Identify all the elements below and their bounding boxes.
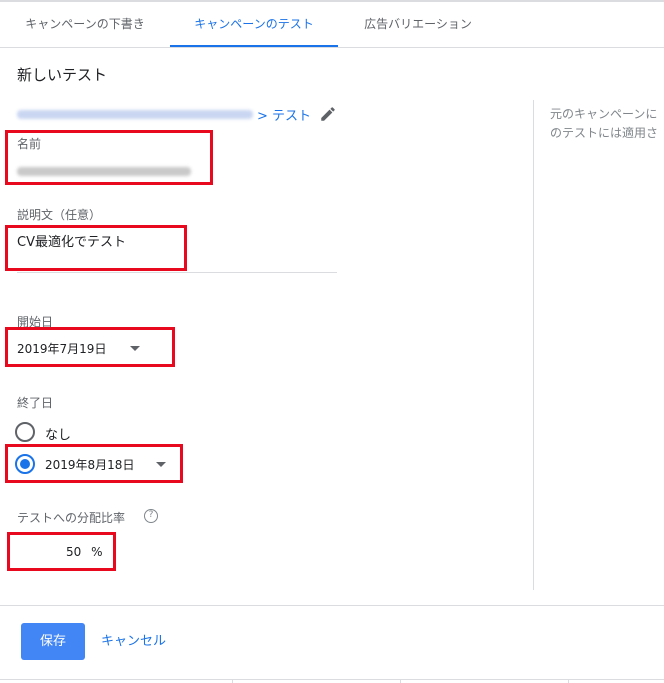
end-date-radio[interactable] bbox=[15, 454, 35, 474]
active-tab-indicator bbox=[170, 45, 338, 47]
split-input[interactable]: 50 % bbox=[66, 545, 103, 559]
name-label: 名前 bbox=[17, 137, 42, 151]
tab-campaign-experiments[interactable]: キャンペーンのテスト bbox=[170, 2, 338, 48]
tab-ad-variations[interactable]: 広告バリエーション bbox=[338, 2, 498, 48]
end-none-label: なし bbox=[45, 428, 72, 443]
end-date-label: 終了日 bbox=[17, 396, 54, 410]
cancel-button[interactable]: キャンセル bbox=[101, 623, 166, 660]
tab-campaign-drafts[interactable]: キャンペーンの下書き bbox=[0, 2, 170, 48]
breadcrumb: > テスト bbox=[17, 104, 337, 124]
redacted-campaign-name bbox=[17, 109, 253, 119]
side-info-text-1: 元のキャンペーンに bbox=[550, 107, 658, 121]
help-circle-icon[interactable]: ? bbox=[144, 509, 158, 523]
table-divider bbox=[568, 679, 569, 683]
start-date-label: 開始日 bbox=[17, 315, 54, 329]
end-date-dropdown[interactable]: 2019年8月18日 bbox=[45, 456, 167, 473]
caret-down-icon bbox=[130, 346, 141, 351]
page-title: 新しいテスト bbox=[17, 66, 108, 84]
column-divider bbox=[533, 100, 534, 590]
name-field[interactable] bbox=[17, 161, 191, 180]
split-unit: % bbox=[91, 545, 103, 559]
end-none-radio[interactable] bbox=[15, 422, 35, 442]
breadcrumb-experiment-link[interactable]: > テスト bbox=[257, 105, 311, 124]
save-button[interactable]: 保存 bbox=[21, 623, 85, 660]
split-label: テストへの分配比率 bbox=[17, 511, 126, 525]
split-value: 50 bbox=[66, 545, 82, 559]
side-info-text-2: のテストには適用さ bbox=[550, 126, 659, 140]
start-date-value: 2019年7月19日 bbox=[17, 342, 107, 356]
bottom-border bbox=[0, 679, 664, 680]
tab-bar: キャンペーンの下書き キャンペーンのテスト 広告バリエーション bbox=[0, 2, 664, 48]
description-label: 説明文（任意） bbox=[17, 208, 102, 222]
table-divider bbox=[232, 679, 233, 683]
description-underline bbox=[17, 272, 337, 273]
table-divider bbox=[400, 679, 401, 683]
caret-down-icon bbox=[156, 462, 167, 467]
redacted-name-value bbox=[17, 167, 191, 176]
pencil-icon[interactable] bbox=[319, 105, 337, 123]
footer-divider bbox=[0, 605, 664, 606]
start-date-dropdown[interactable]: 2019年7月19日 bbox=[17, 340, 141, 357]
description-field[interactable]: CV最適化でテスト bbox=[17, 231, 126, 250]
end-date-value: 2019年8月18日 bbox=[45, 458, 135, 472]
